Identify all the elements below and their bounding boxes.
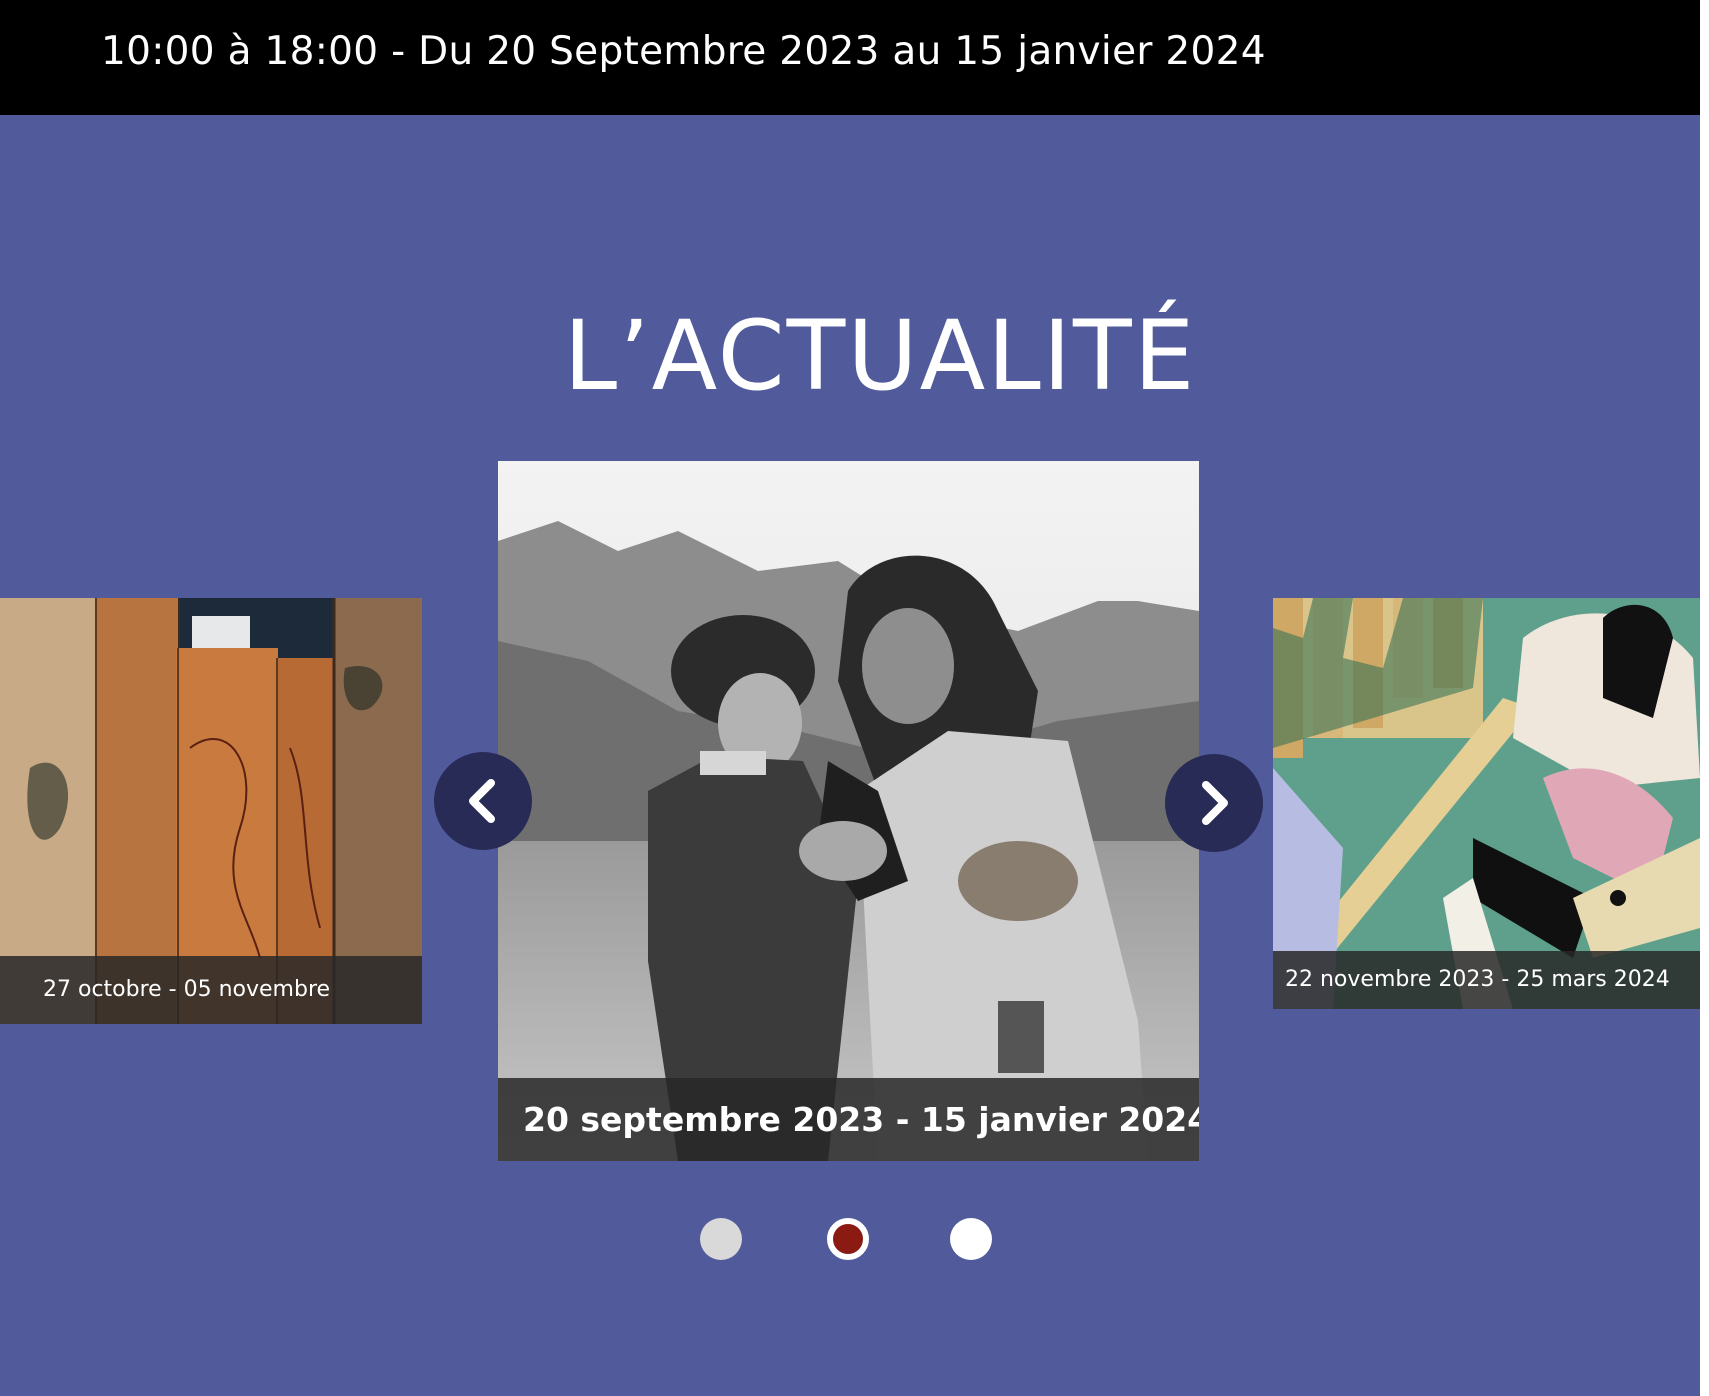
carousel-slide-current[interactable]: 20 septembre 2023 - 15 janvier 2024 — [498, 461, 1199, 1161]
opening-hours-text: 10:00 à 18:00 - Du 20 Septembre 2023 au … — [101, 29, 1266, 74]
slide-date-caption: 27 octobre - 05 novembre — [0, 956, 422, 1024]
top-info-bar: 10:00 à 18:00 - Du 20 Septembre 2023 au … — [0, 0, 1700, 115]
slide-date-caption: 22 novembre 2023 - 25 mars 2024 — [1273, 951, 1700, 1009]
slide-image-film-still — [498, 461, 1199, 1161]
slide-date-caption: 20 septembre 2023 - 15 janvier 2024 — [498, 1078, 1199, 1161]
pagination-dot[interactable] — [950, 1218, 992, 1260]
chevron-right-icon — [1202, 781, 1228, 825]
section-title: L’ACTUALITÉ — [563, 300, 1197, 412]
slide-image-japanese-painting — [1273, 598, 1700, 1009]
pagination-dot-active[interactable] — [827, 1218, 869, 1260]
carousel-prev-button[interactable] — [434, 752, 532, 850]
carousel-slide-previous[interactable]: 27 octobre - 05 novembre — [0, 598, 422, 1024]
pagination-dot[interactable] — [700, 1218, 742, 1260]
carousel-slide-next[interactable]: 22 novembre 2023 - 25 mars 2024 — [1273, 598, 1700, 1009]
page-edge — [1700, 0, 1709, 1396]
page: 10:00 à 18:00 - Du 20 Septembre 2023 au … — [0, 0, 1700, 1396]
carousel-next-button[interactable] — [1165, 754, 1263, 852]
chevron-left-icon — [469, 779, 495, 823]
